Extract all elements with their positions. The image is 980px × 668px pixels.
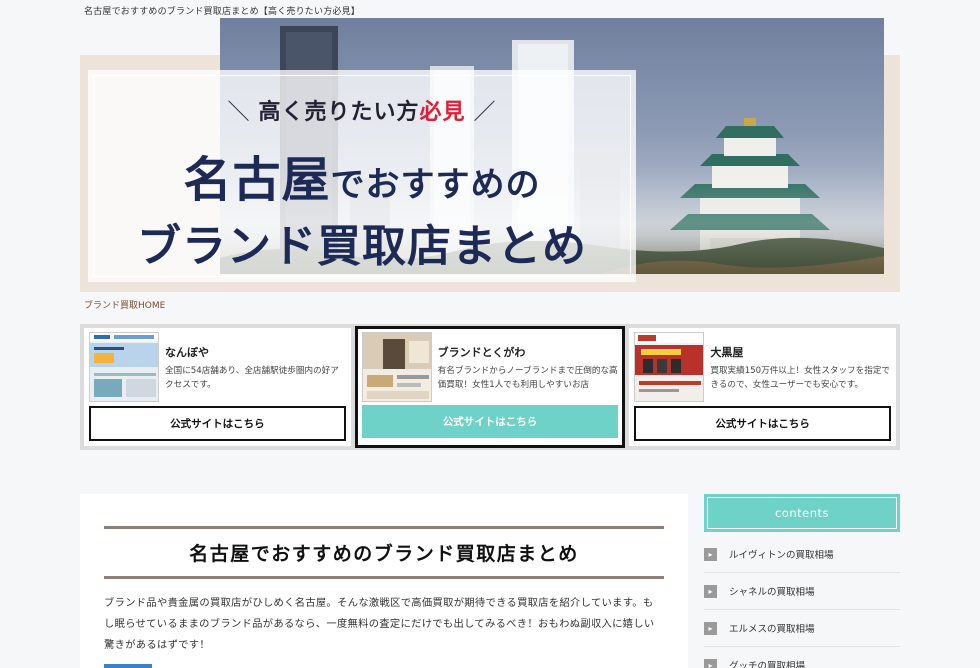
- chevron-right-icon: ▸: [704, 547, 717, 561]
- hero-sub-highlight: 必見: [419, 100, 466, 125]
- chevron-right-icon: ▸: [704, 621, 717, 635]
- shop-thumbnail[interactable]: [361, 332, 432, 402]
- shop-name: 大黒屋: [710, 346, 744, 359]
- official-site-button[interactable]: 公式サイトはこちら: [89, 406, 346, 441]
- chevron-right-icon: ▸: [704, 584, 717, 598]
- article-title-frame: 名古屋でおすすめのブランド買取店まとめ: [104, 526, 664, 579]
- sidebar-item-label: グッチの買取相場: [729, 661, 806, 668]
- hero-banner: ＼ 高く売りたい方必見 ／ 名古屋でおすすめの ブランド買取店まとめ: [80, 18, 900, 292]
- article-intro: ブランド品や貴金属の買取店がひしめく名古屋。そんな激戦区で高価買取が期待できる買…: [104, 597, 655, 651]
- shop-name: なんぼや: [165, 346, 209, 359]
- shop-thumbnail[interactable]: [634, 332, 705, 402]
- sidebar: contents ▸ ルイヴィトンの買取相場 ▸ シャネルの買取相場 ▸ エルメ…: [704, 494, 900, 668]
- shop-description: 有名ブランドからノーブランドまで圧倒的な高価買取！女性1人でも利用しやすいお店: [437, 366, 618, 390]
- site-preview-icon: [90, 333, 158, 401]
- chevron-right-icon: ▸: [704, 658, 717, 668]
- sidebar-item-label: シャネルの買取相場: [729, 587, 815, 598]
- hero-title-line2: ブランド買取店まとめ: [88, 210, 636, 274]
- hero-title-city: 名古屋: [183, 152, 331, 208]
- shop-name: ブランドとくがわ: [437, 346, 526, 359]
- hero-title-rest: でおすすめの: [330, 165, 541, 205]
- contents-list: ▸ ルイヴィトンの買取相場 ▸ シャネルの買取相場 ▸ エルメスの買取相場 ▸ …: [704, 536, 900, 668]
- sidebar-item-gucci[interactable]: ▸ グッチの買取相場: [704, 647, 900, 668]
- shop-thumbnail[interactable]: [89, 332, 159, 402]
- breadcrumb-home[interactable]: ブランド買取HOME: [84, 298, 165, 311]
- sidebar-item-chanel[interactable]: ▸ シャネルの買取相場: [704, 573, 900, 610]
- sidebar-item-hermes[interactable]: ▸ エルメスの買取相場: [704, 610, 900, 647]
- sidebar-item-louis-vuitton[interactable]: ▸ ルイヴィトンの買取相場: [704, 536, 900, 573]
- sidebar-item-label: ルイヴィトンの買取相場: [729, 550, 834, 561]
- section-tab: [104, 664, 152, 668]
- shop-description: 全国に54店舗あり、全店舗駅徒歩圏内の好アクセスです。: [165, 366, 339, 390]
- article-title: 名古屋でおすすめのブランド買取店まとめ: [189, 543, 579, 565]
- official-site-button[interactable]: 公式サイトはこちら: [634, 406, 892, 441]
- site-preview-icon: [635, 333, 704, 401]
- shop-description: 買取実績150万件以上！女性スタッフを指定できるので、女性ユーザーでも安心です。: [710, 366, 891, 390]
- hero-sub-prefix: 高く売りたい方: [258, 100, 420, 125]
- shop-card-nanboya: なんぼや 全国に54店舗あり、全店舗駅徒歩圏内の好アクセスです。 公式サイトはこ…: [84, 328, 351, 446]
- hero-title-line1: 名古屋でおすすめの: [88, 140, 636, 210]
- left-accent-icon: ＼: [227, 100, 251, 125]
- right-accent-icon: ／: [473, 100, 497, 125]
- hero-subheading: ＼ 高く売りたい方必見 ／: [88, 94, 636, 126]
- shop-cards: なんぼや 全国に54店舗あり、全店舗駅徒歩圏内の好アクセスです。 公式サイトはこ…: [80, 324, 900, 450]
- shop-card-tokugawa: ブランドとくがわ 有名ブランドからノーブランドまで圧倒的な高価買取！女性1人でも…: [354, 326, 626, 448]
- contents-heading: contents: [704, 494, 900, 532]
- hero-title-main: ブランド買取店まとめ: [137, 221, 587, 272]
- site-preview-icon: [362, 333, 431, 401]
- main-article: 名古屋でおすすめのブランド買取店まとめ ブランド品や貴金属の買取店がひしめく名古…: [80, 494, 688, 668]
- site-tagline[interactable]: 名古屋でおすすめのブランド買取店まとめ【高く売りたい方必見】: [84, 4, 360, 17]
- hero-headline-card: ＼ 高く売りたい方必見 ／ 名古屋でおすすめの ブランド買取店まとめ: [88, 70, 636, 282]
- shop-card-daikokuya: 大黒屋 買取実績150万件以上！女性スタッフを指定できるので、女性ユーザーでも安…: [629, 328, 897, 446]
- sidebar-item-label: エルメスの買取相場: [729, 624, 815, 635]
- official-site-button[interactable]: 公式サイトはこちら: [361, 405, 619, 438]
